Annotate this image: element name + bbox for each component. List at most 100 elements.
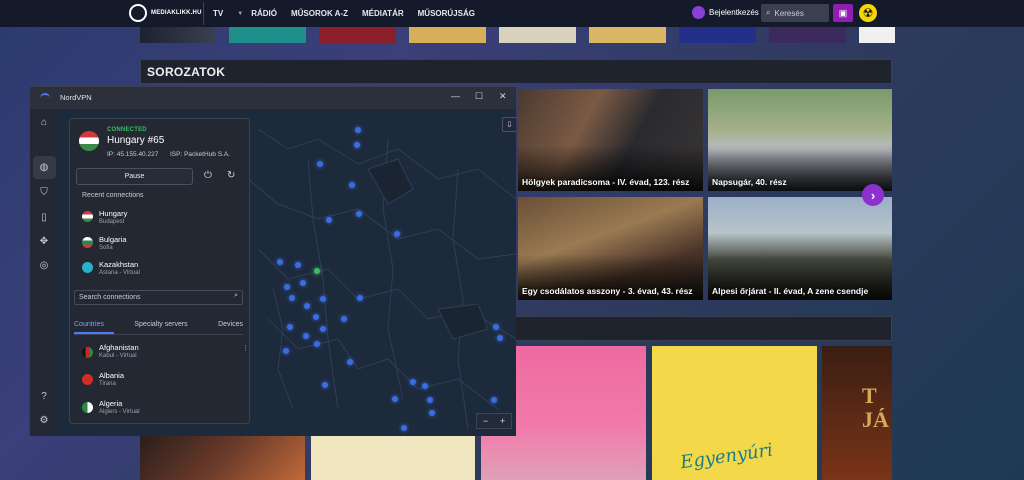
meshnet-icon[interactable]: ✥	[38, 236, 50, 248]
server-dot[interactable]	[320, 326, 326, 332]
connection-city: Sofia	[99, 245, 113, 251]
login-link[interactable]: Bejelentkezés	[692, 6, 759, 19]
chevron-down-icon[interactable]: ▼	[237, 11, 243, 17]
server-dot[interactable]	[341, 316, 347, 322]
server-dot[interactable]	[354, 142, 360, 148]
logo-ring-icon	[129, 4, 147, 22]
maximize-icon[interactable]: ☐	[475, 91, 483, 102]
server-dot[interactable]	[314, 341, 320, 347]
server-dot[interactable]	[356, 211, 362, 217]
window-titlebar[interactable]: NordVPN — ☐ ✕	[30, 87, 516, 109]
poster[interactable]	[140, 436, 305, 480]
server-dot[interactable]	[283, 348, 289, 354]
thumbnail[interactable]	[229, 27, 306, 43]
help-icon[interactable]: ?	[38, 391, 50, 403]
server-dot[interactable]	[322, 382, 328, 388]
server-dot[interactable]	[401, 425, 407, 431]
kazakhstan-flag-icon	[82, 262, 93, 273]
refresh-icon[interactable]: ↻	[227, 171, 235, 181]
server-dot[interactable]	[300, 280, 306, 286]
close-icon[interactable]: ✕	[499, 91, 507, 102]
server-dot[interactable]	[287, 324, 293, 330]
accessibility-icon[interactable]: ☢	[859, 4, 877, 22]
server-dot[interactable]	[422, 383, 428, 389]
zoom-in-icon[interactable]: +	[500, 416, 505, 426]
server-dot[interactable]	[410, 379, 416, 385]
server-dot[interactable]	[289, 295, 295, 301]
connection-name: Kazakhstan	[99, 260, 139, 269]
server-dot[interactable]	[326, 217, 332, 223]
server-dot[interactable]	[427, 397, 433, 403]
series-card[interactable]: Hölgyek paradicsoma - IV. évad, 123. rés…	[518, 89, 703, 191]
more-options-icon[interactable]: ⋮	[242, 344, 249, 352]
thumbnail[interactable]	[499, 27, 576, 43]
server-dot[interactable]	[303, 333, 309, 339]
tv-icon: ▣	[838, 7, 848, 18]
country-city: Kabul - Virtual	[99, 353, 137, 359]
download-icon[interactable]: ⇩	[502, 117, 516, 132]
thumbnail[interactable]	[679, 27, 756, 43]
site-search-input[interactable]: ⌕ Keresés	[761, 4, 829, 22]
settings-icon[interactable]: ⚙	[38, 415, 50, 427]
card-title: Napsugár, 40. rész	[712, 177, 787, 187]
server-dot[interactable]	[284, 284, 290, 290]
nav-item-tv[interactable]: TV	[213, 9, 223, 18]
power-icon[interactable]: ⏻	[204, 171, 212, 181]
logo-text: MEDIAKLIKK.HU	[151, 10, 202, 16]
series-card[interactable]: Egy csodálatos asszony - 3. évad, 43. ré…	[518, 197, 703, 300]
home-icon[interactable]: ⌂	[38, 117, 50, 129]
site-topbar: MEDIAKLIKK.HU TV ▼ RÁDIÓ MŰSOROK A-Z MÉD…	[0, 0, 1024, 27]
thumbnail[interactable]	[319, 27, 396, 43]
nav-item-musorok[interactable]: MŰSOROK A-Z	[291, 9, 348, 18]
server-dot[interactable]	[357, 295, 363, 301]
country-name: Afghanistan	[99, 343, 139, 352]
server-dot[interactable]	[497, 335, 503, 341]
thumbnail[interactable]	[140, 27, 216, 43]
thumbnail[interactable]	[769, 27, 846, 43]
tab-devices[interactable]: Devices	[218, 321, 243, 334]
live-tv-button[interactable]: ▣	[833, 4, 853, 22]
poster[interactable]	[311, 436, 475, 480]
server-dot[interactable]	[493, 324, 499, 330]
server-dot[interactable]	[313, 314, 319, 320]
shield-icon[interactable]: ⛉	[38, 187, 50, 199]
nav-item-mediatar[interactable]: MÉDIATÁR	[362, 9, 404, 18]
minimize-icon[interactable]: —	[451, 91, 460, 101]
server-dot[interactable]	[394, 231, 400, 237]
server-dot[interactable]	[429, 410, 435, 416]
server-dot[interactable]	[295, 262, 301, 268]
hungary-flag-icon	[79, 131, 99, 151]
tab-specialty-servers[interactable]: Specialty servers	[134, 321, 187, 334]
poster[interactable]: Egyenyúri	[652, 346, 817, 480]
thumbnail[interactable]	[589, 27, 666, 43]
server-dot[interactable]	[349, 182, 355, 188]
target-icon[interactable]: ◎	[38, 260, 50, 272]
globe-icon[interactable]: ◍	[38, 162, 50, 174]
server-dot[interactable]	[320, 296, 326, 302]
server-dot[interactable]	[491, 397, 497, 403]
series-card[interactable]: Napsugár, 40. rész	[708, 89, 892, 191]
top-thumbnail-row	[140, 27, 895, 43]
zoom-control: − +	[476, 413, 512, 429]
server-dot[interactable]	[347, 359, 353, 365]
nav-item-radio[interactable]: RÁDIÓ	[251, 9, 277, 18]
pause-button[interactable]: Pause	[76, 168, 193, 185]
nav-item-musorujsag[interactable]: MŰSORÚJSÁG	[418, 9, 475, 18]
file-icon[interactable]: ▯	[38, 212, 50, 224]
thumbnail[interactable]	[859, 27, 895, 43]
site-logo[interactable]: MEDIAKLIKK.HU	[129, 4, 202, 22]
search-connections-input[interactable]: Search connections ⌕	[74, 290, 243, 305]
server-dot[interactable]	[304, 303, 310, 309]
connection-name: Hungary	[99, 209, 128, 218]
server-dot[interactable]	[277, 259, 283, 265]
server-dot[interactable]	[355, 127, 361, 133]
server-dot-connected[interactable]	[314, 268, 320, 274]
poster[interactable]: T JÁ	[822, 346, 892, 480]
zoom-out-icon[interactable]: −	[483, 416, 488, 426]
thumbnail[interactable]	[409, 27, 486, 43]
login-label: Bejelentkezés	[709, 8, 759, 17]
server-dot[interactable]	[317, 161, 323, 167]
carousel-next-button[interactable]: ›	[862, 184, 884, 206]
server-dot[interactable]	[392, 396, 398, 402]
series-card[interactable]: Alpesi őrjárat - II. évad, A zene csendj…	[708, 197, 892, 300]
